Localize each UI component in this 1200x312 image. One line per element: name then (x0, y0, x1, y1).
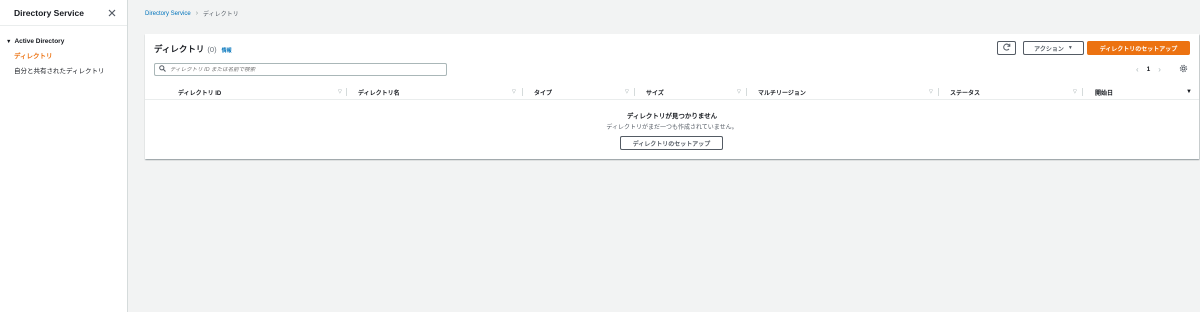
pagination: ‹ 1 › (1136, 65, 1161, 74)
actions-dropdown-button[interactable]: アクション ▼ (1023, 41, 1084, 55)
panel-title: ディレクトリ (154, 44, 205, 54)
sort-icon[interactable]: ▽ (512, 84, 516, 100)
empty-state-setup-button[interactable]: ディレクトリのセットアップ (620, 136, 723, 150)
sidebar-item-shared-directories[interactable]: 自分と共有されたディレクトリ (6, 60, 127, 75)
column-divider (746, 88, 747, 96)
search-box[interactable] (154, 63, 447, 76)
sort-icon[interactable]: ▽ (625, 84, 629, 100)
sidebar-title: Directory Service (14, 7, 84, 18)
chevron-left-icon[interactable]: ‹ (1136, 65, 1139, 74)
directory-count: (0) (207, 45, 217, 54)
nav-section-label: Active Directory (14, 38, 65, 45)
page-number[interactable]: 1 (1147, 66, 1151, 73)
column-header-start-date[interactable]: 開始日 (1095, 84, 1113, 100)
breadcrumb-root-link[interactable]: Directory Service (145, 11, 191, 17)
column-divider (1082, 88, 1083, 96)
chevron-right-icon: › (195, 10, 199, 17)
breadcrumb: Directory Service › ディレクトリ (145, 9, 239, 18)
close-icon[interactable] (107, 8, 117, 18)
refresh-button[interactable] (997, 41, 1016, 55)
column-header-status[interactable]: ステータス (950, 84, 980, 100)
refresh-icon (1002, 43, 1011, 53)
info-link[interactable]: 情報 (222, 47, 232, 54)
caret-down-icon: ▼ (1067, 45, 1073, 51)
sort-icon[interactable]: ▽ (737, 84, 741, 100)
sort-icon[interactable]: ▽ (338, 84, 342, 100)
search-input[interactable] (170, 66, 430, 73)
column-header-directory-id[interactable]: ディレクトリ ID (178, 84, 221, 100)
gear-icon[interactable] (1179, 64, 1188, 75)
panel-header: ディレクトリ (0) 情報 (154, 43, 232, 55)
column-header-type[interactable]: タイプ (534, 84, 552, 100)
sort-icon[interactable]: ▽ (929, 84, 933, 100)
caret-down-icon: ▼ (6, 38, 12, 45)
column-header-size[interactable]: サイズ (646, 84, 664, 100)
sort-descending-icon[interactable]: ▼ (1186, 84, 1192, 100)
nav-section-active-directory: ▼ Active Directory ディレクトリ 自分と共有されたディレクトリ (0, 26, 127, 75)
sort-icon[interactable]: ▽ (1073, 84, 1077, 100)
empty-state-title: ディレクトリが見つかりません (626, 113, 718, 120)
column-divider (938, 88, 939, 96)
actions-label: アクション (1034, 46, 1064, 53)
column-divider (346, 88, 347, 96)
chevron-right-icon[interactable]: › (1158, 65, 1161, 74)
sidebar: Directory Service ▼ Active Directory ディレ… (0, 0, 128, 312)
setup-directory-button[interactable]: ディレクトリのセットアップ (1087, 41, 1190, 55)
column-header-multi-region[interactable]: マルチリージョン (758, 84, 806, 100)
column-header-directory-name[interactable]: ディレクトリ名 (358, 84, 400, 100)
column-divider (522, 88, 523, 96)
search-icon (159, 65, 166, 74)
sidebar-header: Directory Service (0, 0, 127, 26)
nav-section-toggle[interactable]: ▼ Active Directory (6, 38, 127, 45)
table-header: ディレクトリ ID ▽ ディレクトリ名 ▽ タイプ ▽ サイズ ▽ マルチリージ… (145, 84, 1199, 100)
breadcrumb-current: ディレクトリ (203, 12, 239, 18)
sidebar-item-directories[interactable]: ディレクトリ (6, 45, 127, 60)
empty-state-description: ディレクトリがまだ一つも作成されていません。 (606, 125, 738, 131)
directories-panel: ディレクトリ (0) 情報 アクション ▼ ディレクトリのセットアップ ‹ 1 … (145, 34, 1199, 159)
column-divider (634, 88, 635, 96)
